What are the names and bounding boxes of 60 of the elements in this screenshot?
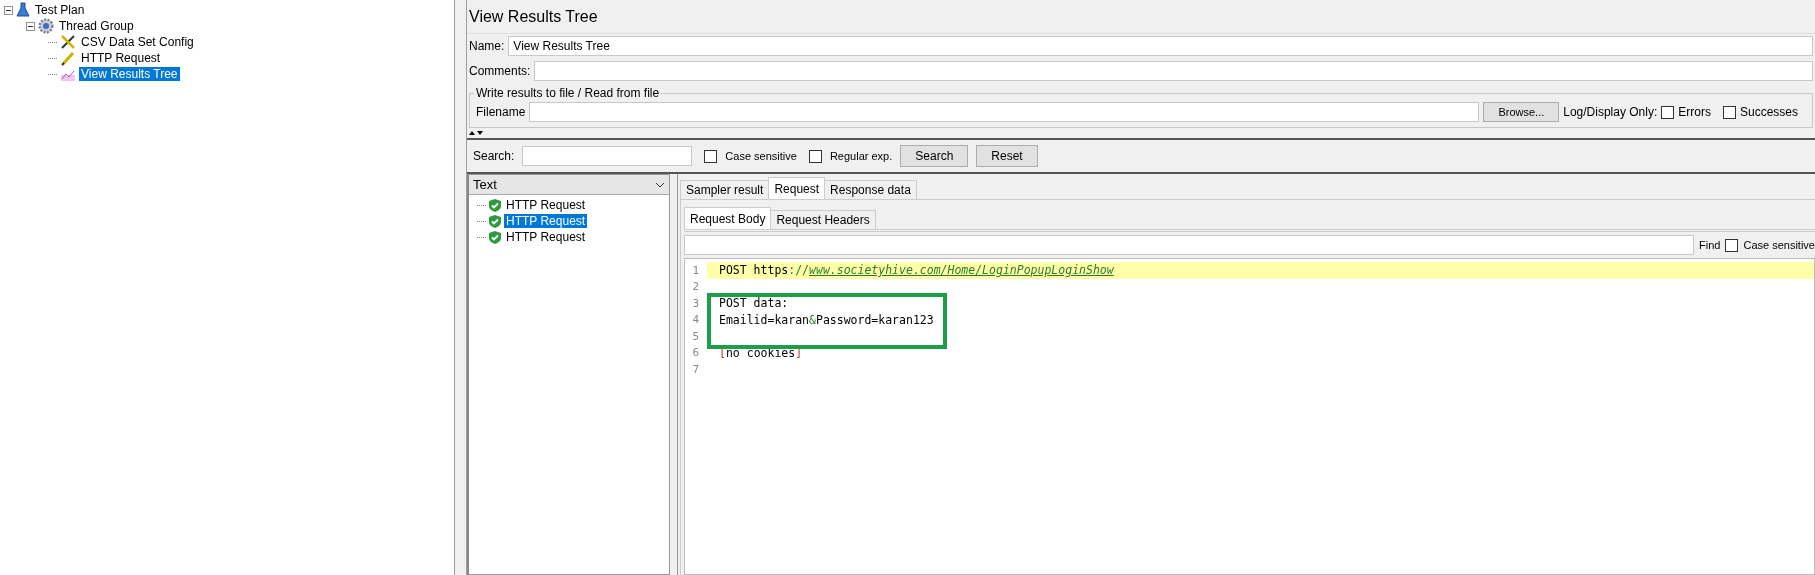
- comments-field[interactable]: [534, 61, 1813, 81]
- checkbox-label: Case sensitive: [1743, 239, 1815, 251]
- checkbox[interactable]: [808, 149, 822, 163]
- result-item[interactable]: HTTP Request: [504, 230, 588, 244]
- search-field[interactable]: [522, 146, 693, 166]
- tree-item[interactable]: View Results Tree: [79, 67, 180, 81]
- tab[interactable]: Request: [768, 177, 826, 199]
- code-line: POST data:: [718, 295, 790, 312]
- checkbox[interactable]: [1661, 105, 1675, 119]
- shield-check-icon: [488, 213, 502, 229]
- search-label: Search:: [473, 149, 515, 163]
- filename-field[interactable]: [529, 102, 1480, 122]
- line-number: 6: [691, 346, 700, 360]
- checkbox-label: Successes: [1739, 105, 1798, 119]
- filename-label: Filename: [476, 105, 526, 119]
- tab[interactable]: Request Body: [684, 207, 772, 229]
- reset-button[interactable]: Reset: [976, 145, 1038, 167]
- splitter-arrows-icon[interactable]: [469, 130, 483, 136]
- line-number: 3: [691, 296, 700, 310]
- tree-item[interactable]: Thread Group: [57, 19, 136, 33]
- find-field[interactable]: [684, 235, 1695, 255]
- tab[interactable]: Response data: [824, 180, 917, 199]
- name-field[interactable]: View Results Tree: [508, 36, 1813, 56]
- renderer-dropdown[interactable]: Text: [469, 175, 669, 195]
- flask-icon: [16, 2, 30, 18]
- checkbox[interactable]: [1725, 238, 1739, 252]
- collapse-toggle[interactable]: [26, 21, 35, 31]
- shield-check-icon: [488, 197, 502, 213]
- line-number: 4: [691, 313, 700, 327]
- search-button[interactable]: Search: [900, 145, 969, 167]
- group-legend: Write results to file / Read from file: [474, 86, 662, 100]
- tab[interactable]: Sampler result: [680, 180, 770, 199]
- gear-icon: [38, 18, 54, 34]
- checkbox-label: Errors: [1678, 105, 1711, 119]
- checkbox[interactable]: [704, 149, 718, 163]
- tree-item[interactable]: HTTP Request: [79, 51, 163, 65]
- browse-button[interactable]: Browse...: [1483, 102, 1560, 122]
- tree-item[interactable]: Test Plan: [33, 3, 87, 17]
- name-label: Name:: [469, 39, 505, 53]
- line-number: 7: [691, 362, 700, 376]
- code-line: Emailid=karan&Password=karan123: [718, 311, 935, 328]
- panel-title: View Results Tree: [467, 0, 1815, 34]
- result-item[interactable]: HTTP Request: [504, 214, 588, 228]
- tree-item[interactable]: CSV Data Set Config: [79, 35, 196, 49]
- tools-icon: [60, 34, 76, 50]
- result-item[interactable]: HTTP Request: [504, 198, 588, 212]
- pipette-icon: [60, 50, 76, 66]
- checkbox-label: Case sensitive: [725, 150, 797, 162]
- collapse-toggle[interactable]: [4, 5, 13, 15]
- chevron-down-icon: [655, 181, 665, 188]
- tab[interactable]: Request Headers: [770, 210, 876, 229]
- line-number: 2: [691, 280, 700, 294]
- line-number: 5: [691, 329, 700, 343]
- shield-check-icon: [488, 229, 502, 245]
- find-label: Find: [1699, 239, 1721, 251]
- log-display-label: Log/Display Only:: [1563, 105, 1658, 119]
- comments-label: Comments:: [469, 64, 531, 78]
- line-number: 1: [691, 263, 700, 277]
- checkbox[interactable]: [1722, 105, 1736, 119]
- checkbox-label: Regular exp.: [829, 150, 893, 162]
